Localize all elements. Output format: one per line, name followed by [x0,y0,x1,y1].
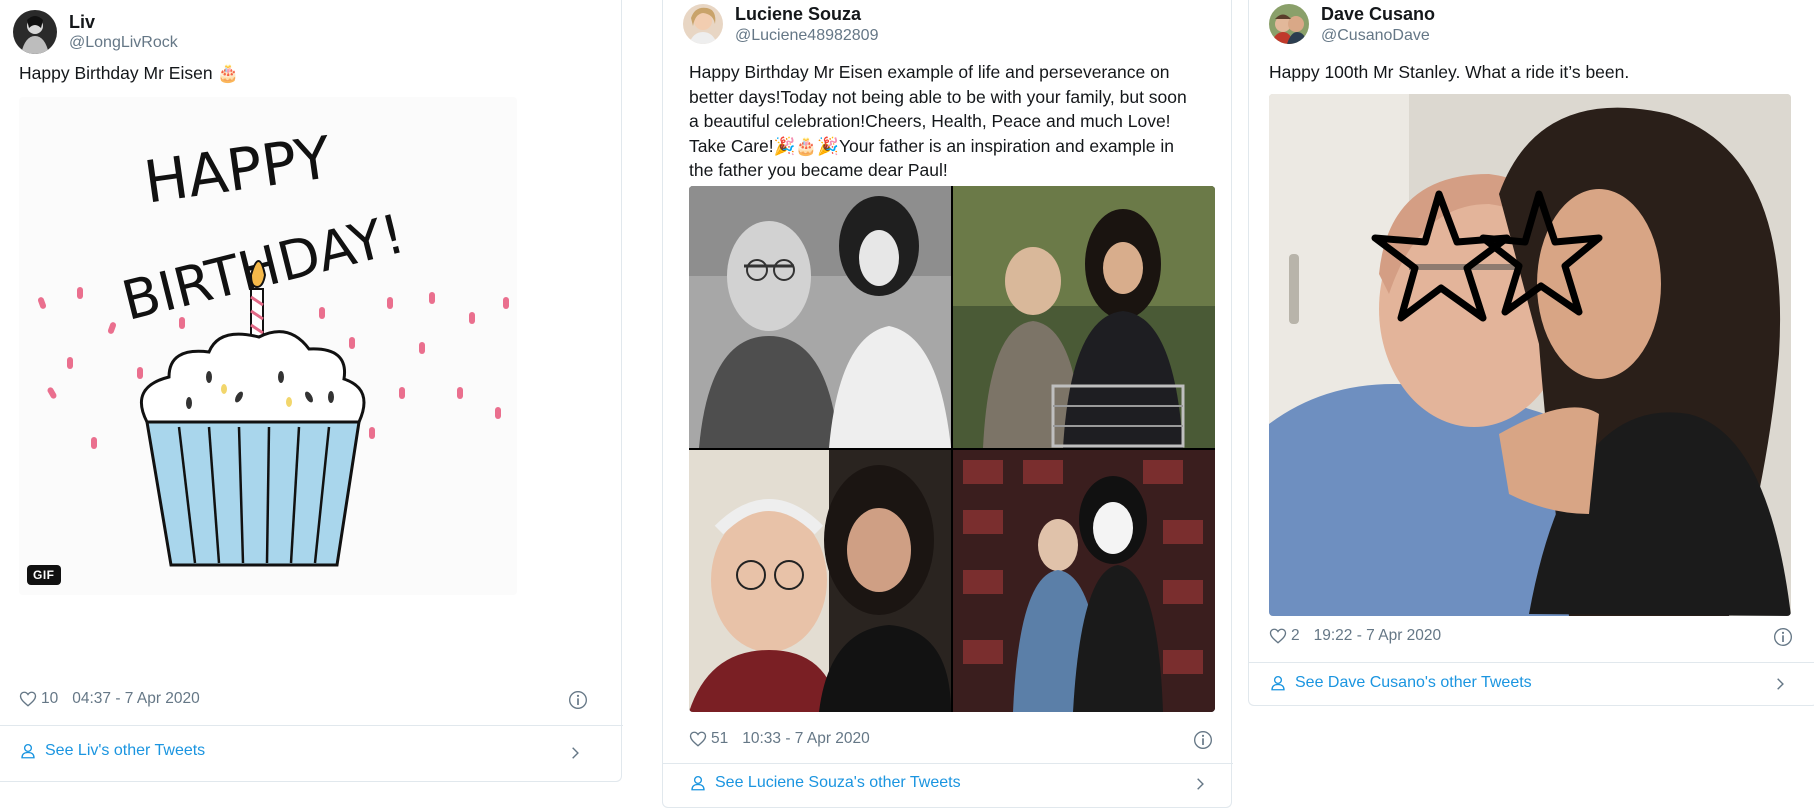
tweet-media-photo[interactable] [1269,94,1791,616]
person-icon [1271,675,1285,691]
avatar[interactable] [683,4,723,45]
see-other-tweets-link[interactable]: See Liv's other Tweets [19,742,205,760]
tweet-card-liv: Liv @LongLivRock Happy Birthday Mr Eisen… [0,0,623,782]
avatar[interactable] [1269,4,1309,45]
avatar[interactable] [13,10,57,54]
see-other-tweets-label: See Liv's other Tweets [45,742,206,759]
info-icon[interactable] [568,690,588,710]
display-name[interactable]: Luciene Souza [735,4,878,26]
heart-icon[interactable] [19,690,37,708]
photo-two-men [1269,94,1791,616]
info-icon[interactable] [1193,730,1213,750]
person-icon [691,775,705,791]
divider [0,725,623,726]
tweet-header: Dave Cusano @CusanoDave [1269,4,1435,45]
tweet-media-photo-grid[interactable] [689,186,1215,712]
tweet-meta: 10 04:37 - 7 Apr 2020 [19,690,200,708]
like-count[interactable]: 51 [711,730,728,748]
divider [1249,662,1814,663]
heart-icon[interactable] [689,730,707,748]
person-icon [21,743,35,759]
tweet-media-gif[interactable]: HAPPY BIRTHDAY! GIF [19,97,517,595]
user-handle[interactable]: @LongLivRock [69,33,178,52]
tweet-text: Happy Birthday Mr Eisen 🎂 [19,63,240,83]
user-handle[interactable]: @CusanoDave [1321,26,1435,45]
display-name[interactable]: Liv [69,12,178,34]
tweet-timestamp[interactable]: 10:33 - 7 Apr 2020 [742,730,870,748]
tweet-text: Happy 100th Mr Stanley. What a ride it’s… [1269,62,1630,82]
tweet-header: Liv @LongLivRock [13,10,178,54]
tweet-timestamp[interactable]: 04:37 - 7 Apr 2020 [72,690,200,708]
tweet-card-dave: Dave Cusano @CusanoDave Happy 100th Mr S… [1248,0,1814,706]
gif-art-text-happy: HAPPY [140,123,336,216]
chevron-right-icon[interactable] [568,746,582,760]
photo-grid-image-1[interactable] [689,186,951,448]
tweet-timestamp[interactable]: 19:22 - 7 Apr 2020 [1314,627,1442,645]
see-other-tweets-link[interactable]: See Luciene Souza's other Tweets [689,774,961,792]
display-name[interactable]: Dave Cusano [1321,4,1435,26]
see-other-tweets-link[interactable]: See Dave Cusano's other Tweets [1269,674,1532,692]
tweet-header: Luciene Souza @Luciene48982809 [683,4,878,45]
see-other-tweets-label: See Luciene Souza's other Tweets [715,774,961,791]
like-count[interactable]: 10 [41,690,58,708]
tweet-meta: 51 10:33 - 7 Apr 2020 [689,730,870,748]
see-other-tweets-label: See Dave Cusano's other Tweets [1295,674,1532,691]
chevron-right-icon[interactable] [1773,677,1787,691]
chevron-right-icon[interactable] [1193,777,1207,791]
photo-grid-image-4[interactable] [953,450,1215,712]
tweet-text: Happy Birthday Mr Eisen example of life … [689,62,1187,180]
birthday-cupcake-illustration: HAPPY BIRTHDAY! [37,123,509,567]
like-count[interactable]: 2 [1291,627,1300,645]
heart-icon[interactable] [1269,627,1287,645]
photo-grid-image-3[interactable] [689,450,951,712]
tweet-card-luciene: Luciene Souza @Luciene48982809 Happy Bir… [662,0,1233,808]
tweet-meta: 2 19:22 - 7 Apr 2020 [1269,627,1441,645]
info-icon[interactable] [1773,627,1793,647]
gif-badge: GIF [27,565,61,585]
divider [663,763,1233,764]
photo-grid-image-2[interactable] [953,186,1215,448]
user-handle[interactable]: @Luciene48982809 [735,26,878,45]
